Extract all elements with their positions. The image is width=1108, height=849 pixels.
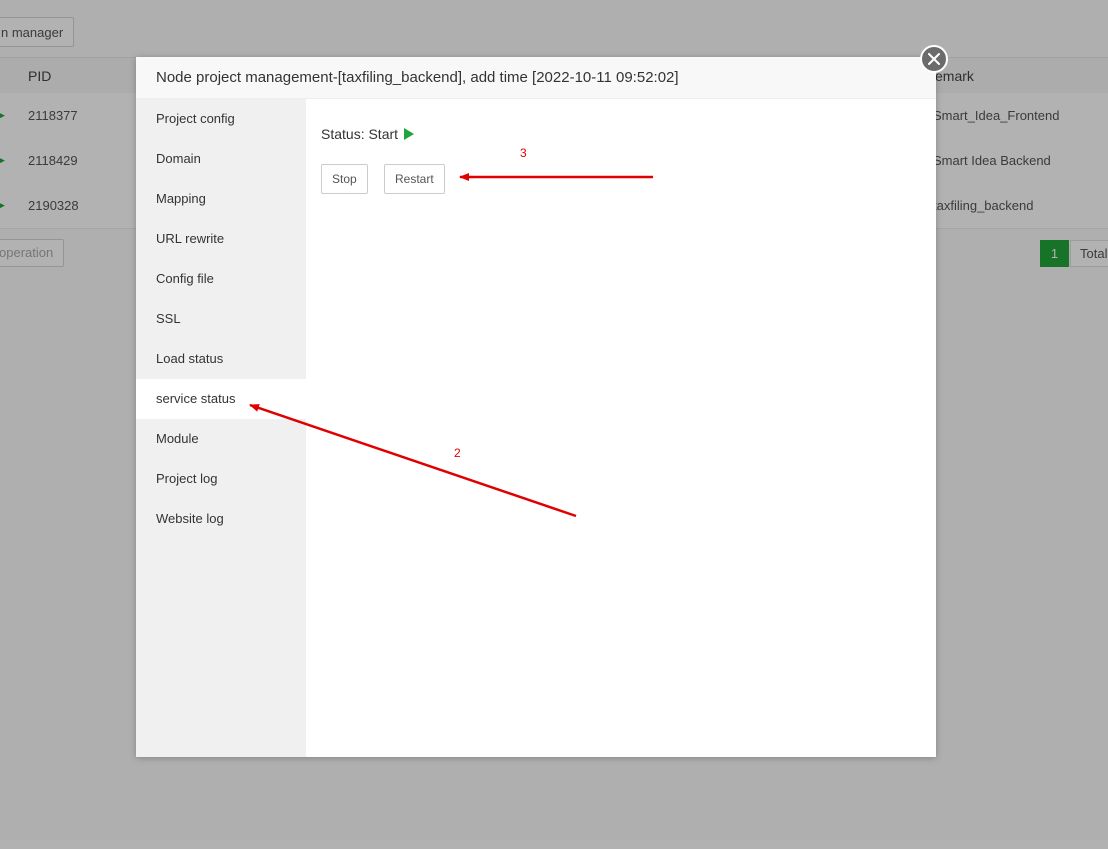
play-icon: [404, 128, 415, 140]
sidebar-item-website-log[interactable]: Website log: [136, 499, 306, 539]
sidebar-item-module[interactable]: Module: [136, 419, 306, 459]
sidebar-item-ssl[interactable]: SSL: [136, 299, 306, 339]
sidebar-item-service-status[interactable]: service status: [136, 379, 306, 419]
sidebar-item-config-file[interactable]: Config file: [136, 259, 306, 299]
sidebar-item-project-log[interactable]: Project log: [136, 459, 306, 499]
dialog-title: Node project management-[taxfiling_backe…: [136, 57, 936, 99]
sidebar-item-project-config[interactable]: Project config: [136, 99, 306, 139]
stop-button[interactable]: Stop: [321, 164, 368, 194]
node-project-dialog: Node project management-[taxfiling_backe…: [136, 45, 948, 757]
sidebar-item-domain[interactable]: Domain: [136, 139, 306, 179]
annotation-label-2: 2: [454, 446, 461, 460]
close-button[interactable]: [920, 45, 948, 73]
sidebar-item-mapping[interactable]: Mapping: [136, 179, 306, 219]
service-status-panel: Status: Start Stop Restart: [306, 99, 936, 757]
restart-button[interactable]: Restart: [384, 164, 445, 194]
sidebar-item-load-status[interactable]: Load status: [136, 339, 306, 379]
dialog-sidebar: Project config Domain Mapping URL rewrit…: [136, 99, 306, 757]
annotation-label-3: 3: [520, 146, 527, 160]
close-icon: [928, 53, 940, 65]
status-text: Status: Start: [321, 126, 399, 142]
sidebar-item-url-rewrite[interactable]: URL rewrite: [136, 219, 306, 259]
service-status-line: Status: Start: [321, 124, 415, 144]
